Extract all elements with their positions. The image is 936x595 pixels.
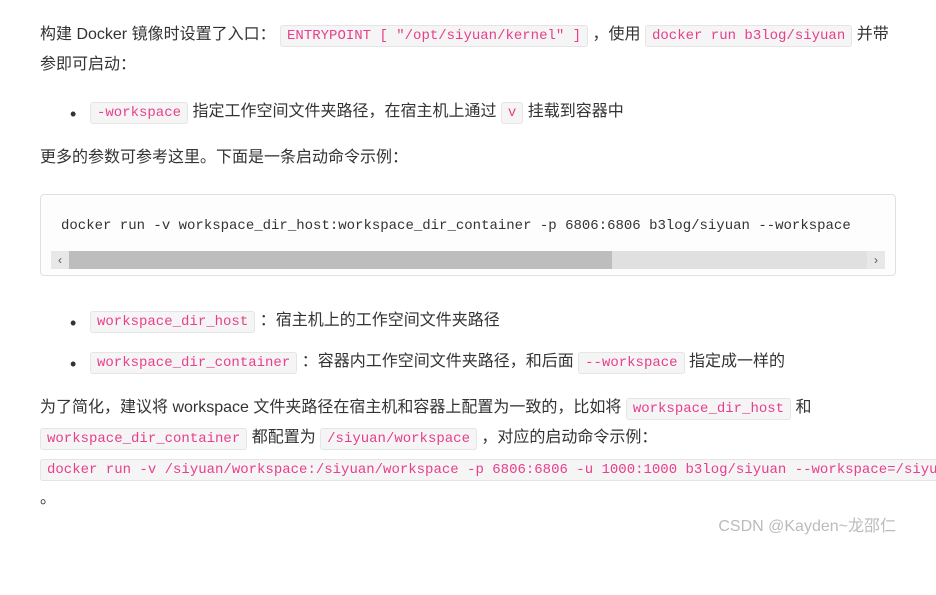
text: 都配置为 [252, 429, 320, 446]
code-workspace-flag: --workspace [578, 352, 684, 374]
text: ：宿主机上的工作空间文件夹路径 [260, 312, 500, 329]
scroll-thumb[interactable] [69, 251, 612, 269]
scroll-track[interactable] [69, 251, 867, 269]
text: ，对应的启动命令示例： [481, 429, 657, 446]
code-content: docker run -v workspace_dir_host:workspa… [51, 213, 885, 248]
list-2: workspace_dir_host ：宿主机上的工作空间文件夹路径 works… [40, 306, 896, 377]
list-item: workspace_dir_container ：容器内工作空间文件夹路径，和后… [70, 347, 896, 377]
code-block: docker run -v workspace_dir_host:workspa… [40, 194, 896, 277]
code-workspace-flag: -workspace [90, 102, 188, 124]
code-workspace-host: workspace_dir_host [626, 398, 791, 420]
scroll-right-button[interactable]: › [867, 251, 885, 269]
code-entrypoint: ENTRYPOINT [ "/opt/siyuan/kernel" ] [280, 25, 588, 47]
text: 挂载到容器中 [528, 103, 624, 120]
text: 和 [796, 399, 812, 416]
code-docker-run: docker run b3log/siyuan [645, 25, 852, 47]
text: 为了简化，建议将 workspace 文件夹路径在宿主机和容器上配置为一致的，比… [40, 399, 626, 416]
watermark: CSDN @Kayden~龙邵仁 [718, 512, 896, 542]
text: ：容器内工作空间文件夹路径，和后面 [302, 353, 578, 370]
text: 构建 Docker 镜像时设置了入口： [40, 26, 276, 43]
code-workspace-container: workspace_dir_container [40, 428, 247, 450]
paragraph-2: 更多的参数可参考这里。下面是一条启动命令示例： [40, 143, 896, 173]
list-item: -workspace 指定工作空间文件夹路径，在宿主机上通过 v 挂载到容器中 [70, 97, 896, 127]
text: ，使用 [593, 26, 645, 43]
paragraph-1: 构建 Docker 镜像时设置了入口： ENTRYPOINT [ "/opt/s… [40, 20, 896, 81]
code-workspace-container: workspace_dir_container [90, 352, 297, 374]
code-workspace-host: workspace_dir_host [90, 311, 255, 333]
code-full-command: docker run -v /siyuan/workspace:/siyuan/… [40, 459, 936, 481]
code-siyuan-path: /siyuan/workspace [320, 428, 477, 450]
code-v-flag: v [501, 102, 523, 124]
text: 。 [40, 490, 56, 507]
list-item: workspace_dir_host ：宿主机上的工作空间文件夹路径 [70, 306, 896, 336]
horizontal-scrollbar[interactable]: ‹ › [51, 251, 885, 269]
scroll-left-button[interactable]: ‹ [51, 251, 69, 269]
paragraph-3: 为了简化，建议将 workspace 文件夹路径在宿主机和容器上配置为一致的，比… [40, 393, 896, 515]
text: 指定成一样的 [689, 353, 785, 370]
list-1: -workspace 指定工作空间文件夹路径，在宿主机上通过 v 挂载到容器中 [40, 97, 896, 127]
text: 指定工作空间文件夹路径，在宿主机上通过 [192, 103, 500, 120]
